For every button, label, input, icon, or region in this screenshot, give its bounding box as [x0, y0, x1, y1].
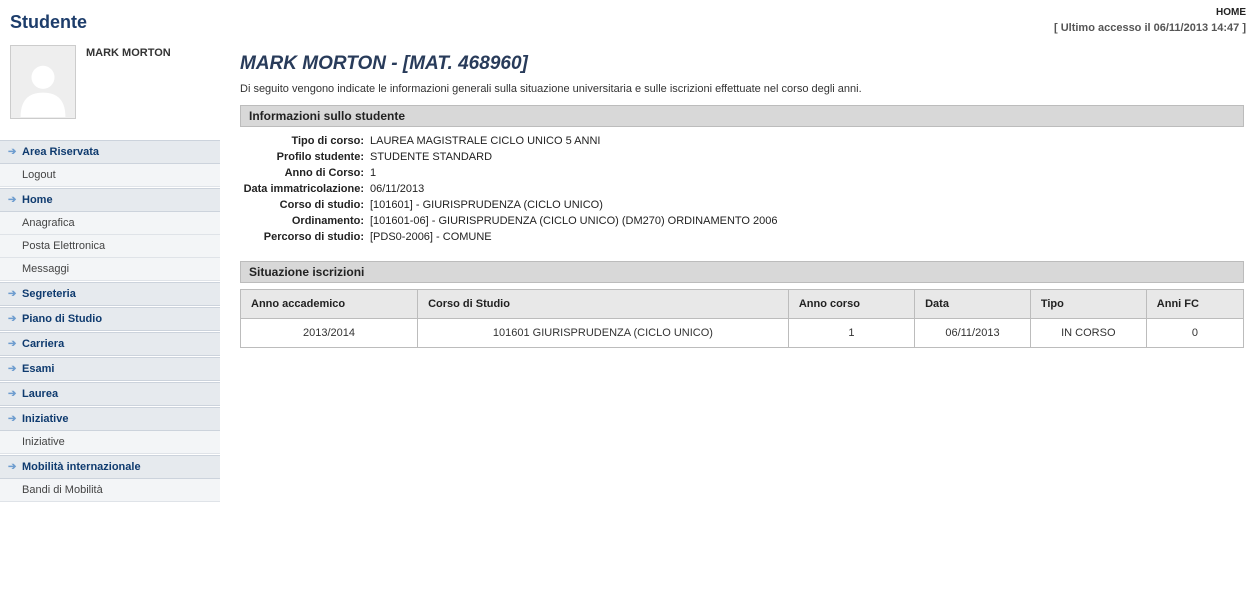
sidebar: MARK MORTON ➔ Area Riservata Logout ➔ Home An… — [0, 41, 220, 502]
student-info-table: Tipo di corso:LAUREA MAGISTRALE CICLO UN… — [240, 133, 1244, 245]
info-label: Profilo studente: — [240, 151, 370, 163]
nav-heading-label: Segreteria — [22, 288, 76, 300]
arrow-right-icon: ➔ — [8, 339, 16, 350]
arrow-right-icon: ➔ — [8, 289, 16, 300]
info-label: Anno di Corso: — [240, 167, 370, 179]
avatar — [10, 45, 76, 119]
arrow-right-icon: ➔ — [8, 314, 16, 325]
table-cell: 1 — [788, 319, 914, 348]
nav-item[interactable]: Messaggi — [0, 258, 220, 281]
nav-heading[interactable]: ➔ Carriera — [0, 332, 220, 356]
nav-item[interactable]: Bandi di Mobilità — [0, 479, 220, 502]
nav-heading-label: Iniziative — [22, 413, 68, 425]
nav-item[interactable]: Anagrafica — [0, 212, 220, 235]
main-content: MARK MORTON - [MAT. 468960] Di seguito v… — [220, 41, 1254, 502]
arrow-right-icon: ➔ — [8, 414, 16, 425]
nav-heading[interactable]: ➔ Laurea — [0, 382, 220, 406]
nav-heading[interactable]: ➔ Piano di Studio — [0, 307, 220, 331]
table-header: Data — [915, 290, 1031, 319]
nav-heading-label: Piano di Studio — [22, 313, 102, 325]
info-value: 06/11/2013 — [370, 183, 424, 195]
intro-text: Di seguito vengono indicate le informazi… — [240, 83, 1244, 105]
table-cell: 06/11/2013 — [915, 319, 1031, 348]
nav-heading[interactable]: ➔ Esami — [0, 357, 220, 381]
section-enrollments: Situazione iscrizioni — [240, 261, 1244, 283]
arrow-right-icon: ➔ — [8, 389, 16, 400]
info-label: Corso di studio: — [240, 199, 370, 211]
info-value: [101601] - GIURISPRUDENZA (CICLO UNICO) — [370, 199, 603, 211]
nav-heading[interactable]: ➔ Iniziative — [0, 407, 220, 431]
info-label: Data immatricolazione: — [240, 183, 370, 195]
table-header: Anni FC — [1146, 290, 1243, 319]
last-access-text: [ Ultimo accesso il 06/11/2013 14:47 ] — [1054, 18, 1246, 34]
nav-heading[interactable]: ➔ Segreteria — [0, 282, 220, 306]
info-value: [PDS0-2006] - COMUNE — [370, 231, 492, 243]
table-cell: IN CORSO — [1030, 319, 1146, 348]
home-link[interactable]: HOME — [1216, 7, 1246, 18]
nav-heading-label: Area Riservata — [22, 146, 99, 158]
nav-item[interactable]: Posta Elettronica — [0, 235, 220, 258]
student-name: MARK MORTON — [76, 45, 171, 59]
arrow-right-icon: ➔ — [8, 147, 16, 158]
nav-heading[interactable]: ➔ Home — [0, 188, 220, 212]
nav-heading-label: Laurea — [22, 388, 58, 400]
arrow-right-icon: ➔ — [8, 364, 16, 375]
table-header: Anno accademico — [241, 290, 418, 319]
section-student-info: Informazioni sullo studente — [240, 105, 1244, 127]
nav-heading-label: Home — [22, 194, 53, 206]
table-cell: 2013/2014 — [241, 319, 418, 348]
nav-item[interactable]: Iniziative — [0, 431, 220, 454]
sidebar-title: Studente — [0, 4, 87, 41]
info-value: STUDENTE STANDARD — [370, 151, 492, 163]
nav-heading[interactable]: ➔ Area Riservata — [0, 140, 220, 164]
info-label: Tipo di corso: — [240, 135, 370, 147]
table-cell: 0 — [1146, 319, 1243, 348]
table-cell: 101601 GIURISPRUDENZA (CICLO UNICO) — [418, 319, 789, 348]
nav-heading-label: Carriera — [22, 338, 64, 350]
arrow-right-icon: ➔ — [8, 195, 16, 206]
arrow-right-icon: ➔ — [8, 462, 16, 473]
nav-heading-label: Mobilità internazionale — [22, 461, 141, 473]
info-value: LAUREA MAGISTRALE CICLO UNICO 5 ANNI — [370, 135, 600, 147]
table-header: Anno corso — [788, 290, 914, 319]
enrollments-table: Anno accademicoCorso di StudioAnno corso… — [240, 289, 1244, 348]
info-label: Percorso di studio: — [240, 231, 370, 243]
table-row: 2013/2014101601 GIURISPRUDENZA (CICLO UN… — [241, 319, 1244, 348]
table-header: Corso di Studio — [418, 290, 789, 319]
nav-item[interactable]: Logout — [0, 164, 220, 187]
page-title: MARK MORTON - [MAT. 468960] — [240, 41, 1244, 83]
nav-heading-label: Esami — [22, 363, 54, 375]
info-value: 1 — [370, 167, 376, 179]
table-header: Tipo — [1030, 290, 1146, 319]
info-value: [101601-06] - GIURISPRUDENZA (CICLO UNIC… — [370, 215, 778, 227]
info-label: Ordinamento: — [240, 215, 370, 227]
nav-heading[interactable]: ➔ Mobilità internazionale — [0, 455, 220, 479]
nav-menu: ➔ Area Riservata Logout ➔ Home AnagraficaPost… — [0, 140, 220, 502]
